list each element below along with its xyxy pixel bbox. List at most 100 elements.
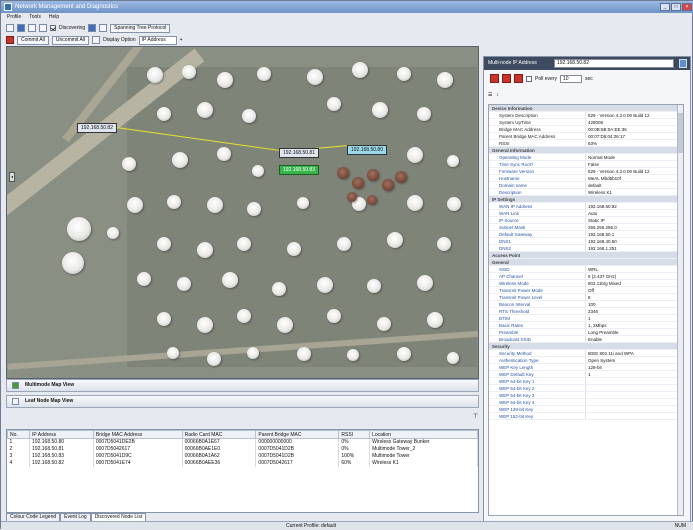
property-row[interactable]: IP Source Static IP [489, 217, 683, 224]
property-row[interactable]: Authentication Type Open System [489, 357, 683, 364]
spanning-tree-button[interactable]: Spanning Tree Protocol [110, 23, 171, 33]
property-value: 00:07:D5:04:26:17 [585, 133, 683, 139]
property-row[interactable]: Security Method IEEE 802.11i and WPA [489, 350, 683, 357]
property-scrollbar[interactable] [677, 105, 683, 515]
storage-tank [242, 109, 256, 123]
property-category[interactable]: General [489, 259, 683, 266]
property-category[interactable]: IP Settings [489, 196, 683, 203]
maximize-button[interactable]: □ [671, 3, 681, 11]
property-row[interactable]: RTS Threshold 2346 [489, 308, 683, 315]
property-category[interactable]: Security [489, 343, 683, 350]
property-row[interactable]: Basic Rates 1, 2Mbps [489, 322, 683, 329]
property-row[interactable]: WEP 64-bit Key 1 [489, 378, 683, 385]
poll-checkbox[interactable] [526, 75, 532, 82]
property-row[interactable]: Transmit Power Level 8 [489, 294, 683, 301]
commit-icon[interactable] [6, 36, 14, 44]
satellite-map[interactable]: 192.168.50.82 192.168.50.81 192.168.50.8… [6, 46, 479, 379]
multimode-map-view-header[interactable]: Multimode Map View [6, 379, 479, 392]
apply-icon[interactable] [502, 74, 511, 83]
property-row[interactable]: WAN Link Auto [489, 210, 683, 217]
property-row[interactable]: WEP Default Key 1 [489, 371, 683, 378]
property-row[interactable]: SSID WRL [489, 266, 683, 273]
save-icon[interactable] [28, 24, 36, 32]
map-side-handle[interactable]: ◂ [9, 172, 15, 182]
storage-tank [247, 347, 259, 359]
property-row[interactable]: Preamble Long Preamble [489, 329, 683, 336]
leaf-node-map-view-header[interactable]: Leaf Node Map View [6, 395, 479, 408]
property-row[interactable]: DNS2 192.168.1.251 [489, 245, 683, 252]
property-row[interactable]: WAN IP Address 192.168.50.82 [489, 203, 683, 210]
close-button[interactable]: × [682, 3, 692, 11]
property-row[interactable]: WEP 64-bit Key 4 [489, 399, 683, 406]
property-row[interactable]: WEP 152-bit Key [489, 413, 683, 420]
table-row[interactable]: 1 192.168.50.80 0007D5041DE2B 00066B0A1E67 0… [7, 438, 478, 446]
property-row[interactable]: AP Channel 6 (2.437 GHz) [489, 273, 683, 280]
property-row[interactable]: Operating Mode Normal Mode [489, 154, 683, 161]
alphabetical-icon[interactable]: ↕ [496, 92, 499, 100]
pin-icon[interactable]: ⊤ [473, 413, 478, 420]
refresh-icon[interactable] [679, 59, 687, 68]
discovering-checkbox[interactable] [50, 25, 56, 31]
property-row[interactable]: Parent Bridge MAC Address 00:07:D5:04:26:… [489, 133, 683, 140]
column-header[interactable]: Bridge MAC Address [92, 430, 183, 439]
property-row[interactable]: WEP 64-bit Key 2 [489, 385, 683, 392]
ip-address-combo[interactable]: 192.168.50.82 [554, 59, 674, 68]
property-row[interactable]: Time Sync Root? False [489, 161, 683, 168]
stop-icon[interactable] [490, 74, 499, 83]
open-icon[interactable] [17, 24, 25, 32]
map-node[interactable]: 192.168.50.81 [279, 148, 319, 158]
column-header[interactable]: IP Address [29, 430, 94, 439]
property-row[interactable]: RSSI 63% [489, 140, 683, 147]
column-header[interactable]: Radio Card MAC [181, 430, 257, 439]
property-row[interactable]: System Description 529 - Version 4.3.0.00… [489, 112, 683, 119]
property-row[interactable]: Wireless Mode 802.11b/g Mixed [489, 280, 683, 287]
property-row[interactable]: WEP Key Length 128-bit [489, 364, 683, 371]
reset-icon[interactable] [514, 74, 523, 83]
storage-tank [157, 107, 171, 121]
property-row[interactable]: Description Wireless K1 [489, 189, 683, 196]
column-header[interactable]: No. [6, 430, 31, 439]
property-row[interactable]: Beacon Interval 100 [489, 301, 683, 308]
column-header[interactable]: Location [369, 430, 478, 439]
menu-tools[interactable]: Tools [29, 13, 41, 22]
property-row[interactable]: WEP 128-bit Key [489, 406, 683, 413]
property-row[interactable]: Broadcast SSID Enable [489, 336, 683, 343]
edit-icon[interactable] [39, 24, 47, 32]
add-icon[interactable]: + [180, 37, 183, 43]
new-icon[interactable] [6, 24, 14, 32]
commit-all-button[interactable]: Commit All [17, 35, 49, 45]
property-row[interactable]: WEP 64-bit Key 3 [489, 392, 683, 399]
table-row[interactable]: 4 192.168.50.82 0007D5041E74 00066B0AEE36 00… [7, 460, 478, 467]
property-row[interactable]: Domain name default [489, 182, 683, 189]
property-row[interactable]: Transmit Power Mode Off [489, 287, 683, 294]
property-row[interactable]: Bridge MAC Address 00:0B:6B:0A:EE:36 [489, 126, 683, 133]
property-category[interactable]: Access Point [489, 252, 683, 259]
map-node-selected[interactable]: 192.168.50.83 [279, 165, 319, 175]
property-row[interactable]: Default Gateway 192.168.50.1 [489, 231, 683, 238]
column-header[interactable]: RSSI [338, 430, 371, 439]
uncommit-all-button[interactable]: Uncommit All [51, 35, 90, 45]
property-row[interactable]: Hostname MeAL Mbd5b10f [489, 175, 683, 182]
spanning-tree-icon[interactable] [99, 24, 108, 32]
property-row[interactable]: DNS1 192.168.40.50 [489, 238, 683, 245]
menu-help[interactable]: Help [49, 13, 59, 22]
poll-interval-input[interactable]: 10 [559, 74, 582, 83]
categorized-icon[interactable]: ☰ [488, 92, 492, 100]
display-option-select[interactable]: IP Address [138, 35, 177, 45]
topology-icon[interactable] [88, 24, 97, 32]
property-category[interactable]: Device Information [489, 105, 683, 112]
property-row[interactable]: System UpTime 428008 [489, 119, 683, 126]
property-category[interactable]: General Information [489, 147, 683, 154]
property-value: False [585, 161, 683, 167]
table-row[interactable]: 3 192.168.50.83 0007D5041D9C 00066B0A1A62 00… [7, 453, 478, 460]
property-row[interactable]: Subnet Mask 255.255.255.0 [489, 224, 683, 231]
column-header[interactable]: Parent Bridge MAC [255, 430, 340, 439]
storage-tank [397, 67, 411, 81]
minimize-button[interactable]: _ [660, 3, 670, 11]
property-row[interactable]: Firmware Version 529 - Version 4.3.0.00 B… [489, 168, 683, 175]
map-node[interactable]: 192.168.50.82 [77, 123, 117, 133]
property-row[interactable]: DTIM 1 [489, 315, 683, 322]
map-node[interactable]: 192.168.50.80 [347, 145, 387, 155]
table-row[interactable]: 2 192.168.50.81 0007D5042617 00066B0AE1E0 00… [7, 446, 478, 453]
menu-profile[interactable]: Profile [7, 13, 21, 22]
